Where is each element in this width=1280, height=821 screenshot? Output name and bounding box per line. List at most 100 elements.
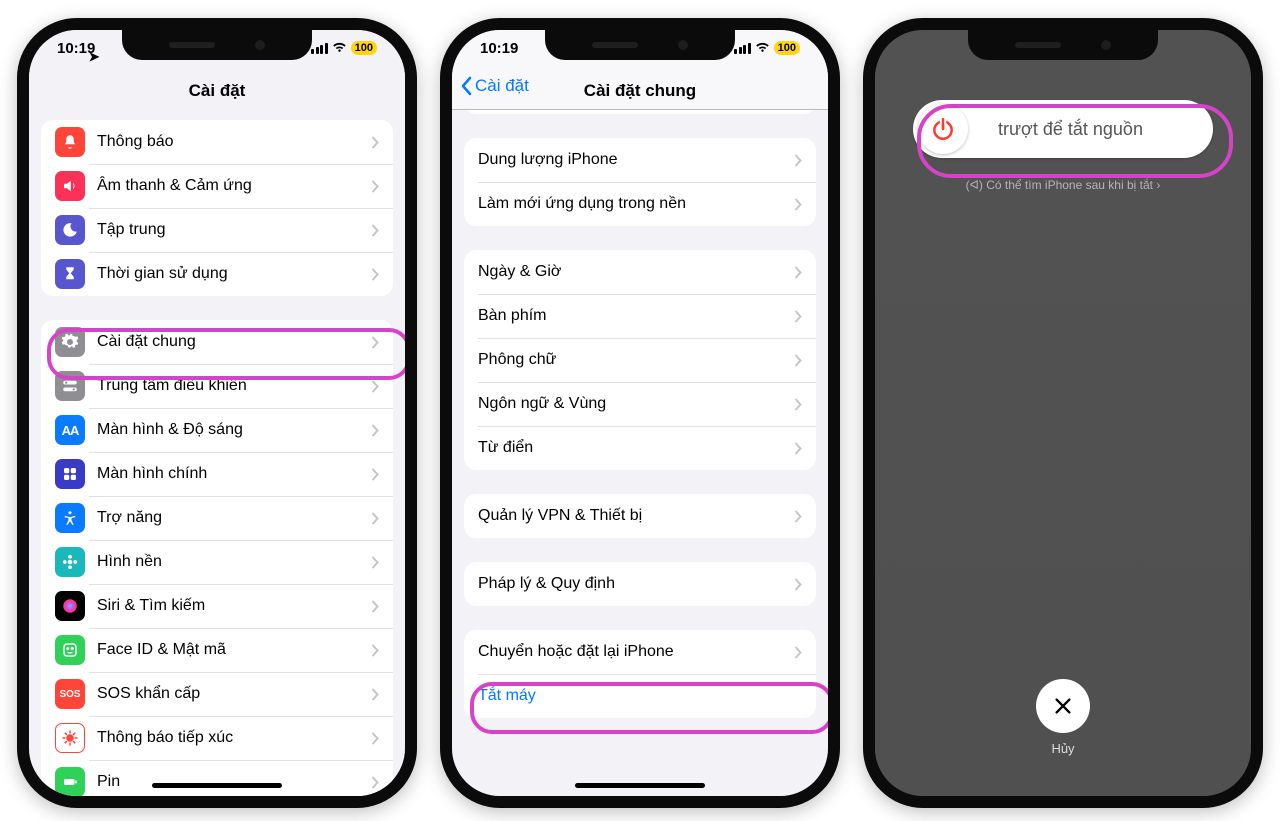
cancel-button[interactable] bbox=[1036, 679, 1090, 733]
row-label: SOS khẩn cấp bbox=[97, 685, 371, 703]
settings-row-grid[interactable]: Màn hình chính bbox=[41, 452, 393, 496]
phone-frame: Cài đặt Cài đặt chung Dung lượng iPhone L… bbox=[440, 18, 840, 808]
general-screen: Cài đặt Cài đặt chung Dung lượng iPhone L… bbox=[452, 30, 828, 796]
battery-indicator: 100 bbox=[351, 41, 377, 55]
chevron-right-icon bbox=[371, 556, 379, 569]
chevron-right-icon bbox=[794, 310, 802, 323]
status-time: 10:19 bbox=[480, 40, 518, 57]
wifi-icon bbox=[332, 42, 347, 54]
settings-row-access[interactable]: Trợ năng bbox=[41, 496, 393, 540]
settings-row-batt[interactable]: Pin bbox=[41, 760, 393, 796]
row-label: Pin bbox=[97, 773, 371, 791]
back-button[interactable]: Cài đặt bbox=[460, 76, 529, 96]
settings-row-cut[interactable] bbox=[464, 110, 816, 114]
row-label: Thông báo bbox=[97, 133, 371, 151]
home-indicator[interactable] bbox=[152, 783, 282, 788]
cancel-area: Hủy bbox=[1036, 679, 1090, 756]
cancel-label: Hủy bbox=[1051, 741, 1074, 756]
notch bbox=[122, 30, 312, 60]
settings-row[interactable]: Bàn phím bbox=[464, 294, 816, 338]
settings-row-bell[interactable]: Thông báo bbox=[41, 120, 393, 164]
battery-indicator: 100 bbox=[774, 41, 800, 55]
settings-row[interactable]: Phông chữ bbox=[464, 338, 816, 382]
chevron-right-icon bbox=[371, 424, 379, 437]
power-icon[interactable] bbox=[918, 104, 968, 154]
settings-row-gear[interactable]: Cài đặt chung bbox=[41, 320, 393, 364]
settings-row[interactable]: Tắt máy bbox=[464, 674, 816, 718]
settings-group-locale: Ngày & Giờ Bàn phím Phông chữ Ngôn ngữ & Vù… bbox=[464, 250, 816, 470]
settings-row-aa[interactable]: AA Màn hình & Độ sáng bbox=[41, 408, 393, 452]
settings-row[interactable]: Ngôn ngữ & Vùng bbox=[464, 382, 816, 426]
row-label: Pháp lý & Quy định bbox=[478, 575, 794, 593]
access-icon bbox=[55, 503, 85, 533]
settings-group-notifications: Thông báo Âm thanh & Cảm ứng Tập trung Thời… bbox=[41, 120, 393, 296]
settings-group-general: Cài đặt chung Trung tâm điều khiển AA Màn h… bbox=[41, 320, 393, 796]
row-label: Thông báo tiếp xúc bbox=[97, 729, 371, 747]
chevron-right-icon bbox=[371, 600, 379, 613]
row-label: Từ điển bbox=[478, 439, 794, 457]
row-label: Màn hình chính bbox=[97, 465, 371, 483]
row-label: Thời gian sử dụng bbox=[97, 265, 371, 283]
chevron-right-icon bbox=[371, 268, 379, 281]
find-iphone-note[interactable]: (ᐊ) Có thể tìm iPhone sau khi bị tắt › bbox=[875, 178, 1251, 192]
row-label: Phông chữ bbox=[478, 351, 794, 369]
row-label: Siri & Tìm kiếm bbox=[97, 597, 371, 615]
row-label: Face ID & Mật mã bbox=[97, 641, 371, 659]
face-icon bbox=[55, 635, 85, 665]
settings-row-siri[interactable]: Siri & Tìm kiếm bbox=[41, 584, 393, 628]
chevron-right-icon bbox=[794, 398, 802, 411]
wifi-icon bbox=[755, 42, 770, 54]
chevron-right-icon bbox=[794, 442, 802, 455]
settings-row[interactable]: Làm mới ứng dụng trong nền bbox=[464, 182, 816, 226]
slide-to-poweroff[interactable]: trượt để tắt nguồn bbox=[913, 100, 1213, 158]
row-label: Màn hình & Độ sáng bbox=[97, 421, 371, 439]
settings-row-flower[interactable]: Hình nền bbox=[41, 540, 393, 584]
chevron-right-icon bbox=[371, 380, 379, 393]
notch bbox=[968, 30, 1158, 60]
bell-icon bbox=[55, 127, 85, 157]
chevron-right-icon bbox=[371, 644, 379, 657]
settings-row-switches[interactable]: Trung tâm điều khiển bbox=[41, 364, 393, 408]
settings-row-moon[interactable]: Tập trung bbox=[41, 208, 393, 252]
covid-icon bbox=[55, 723, 85, 753]
row-label: Trung tâm điều khiển bbox=[97, 377, 371, 395]
chevron-right-icon bbox=[371, 336, 379, 349]
chevron-right-icon bbox=[794, 354, 802, 367]
settings-row-sound[interactable]: Âm thanh & Cảm ứng bbox=[41, 164, 393, 208]
settings-group-transfer: Chuyển hoặc đặt lại iPhoneTắt máy bbox=[464, 630, 816, 718]
settings-row[interactable]: Pháp lý & Quy định bbox=[464, 562, 816, 606]
aa-icon: AA bbox=[55, 415, 85, 445]
chevron-right-icon bbox=[371, 512, 379, 525]
settings-row-hourglass[interactable]: Thời gian sử dụng bbox=[41, 252, 393, 296]
settings-row-covid[interactable]: Thông báo tiếp xúc bbox=[41, 716, 393, 760]
siri-icon bbox=[55, 591, 85, 621]
nav-title: Cài đặt chung bbox=[584, 81, 696, 101]
settings-row[interactable]: Dung lượng iPhone bbox=[464, 138, 816, 182]
settings-content[interactable]: Thông báo Âm thanh & Cảm ứng Tập trung Thời… bbox=[29, 110, 405, 796]
chevron-right-icon bbox=[371, 468, 379, 481]
switches-icon bbox=[55, 371, 85, 401]
chevron-right-icon bbox=[371, 224, 379, 237]
poweroff-screen: trượt để tắt nguồn (ᐊ) Có thể tìm iPhone… bbox=[875, 30, 1251, 796]
row-label: Ngôn ngữ & Vùng bbox=[478, 395, 794, 413]
row-label: Âm thanh & Cảm ứng bbox=[97, 177, 371, 195]
settings-row[interactable]: Từ điển bbox=[464, 426, 816, 470]
row-label: Dung lượng iPhone bbox=[478, 151, 794, 169]
row-label: Tập trung bbox=[97, 221, 371, 239]
chevron-right-icon bbox=[371, 136, 379, 149]
settings-row[interactable]: Ngày & Giờ bbox=[464, 250, 816, 294]
home-indicator[interactable] bbox=[575, 783, 705, 788]
settings-row-sos[interactable]: SOSSOS khẩn cấp bbox=[41, 672, 393, 716]
settings-row-face[interactable]: Face ID & Mật mã bbox=[41, 628, 393, 672]
settings-screen: Cài đặt Thông báoÂm thanh & Cảm ứngTập t… bbox=[29, 30, 405, 796]
phone-general: Cài đặt Cài đặt chung Dung lượng iPhone L… bbox=[440, 18, 840, 808]
chevron-right-icon bbox=[371, 732, 379, 745]
settings-row[interactable]: Chuyển hoặc đặt lại iPhone bbox=[464, 630, 816, 674]
settings-group-cut bbox=[464, 110, 816, 114]
settings-row[interactable]: Quản lý VPN & Thiết bị bbox=[464, 494, 816, 538]
row-label: Quản lý VPN & Thiết bị bbox=[478, 507, 794, 525]
row-label: Ngày & Giờ bbox=[478, 263, 794, 281]
general-content[interactable]: Dung lượng iPhone Làm mới ứng dụng trong … bbox=[452, 110, 828, 796]
slide-label: trượt để tắt nguồn bbox=[968, 119, 1213, 140]
moon-icon bbox=[55, 215, 85, 245]
